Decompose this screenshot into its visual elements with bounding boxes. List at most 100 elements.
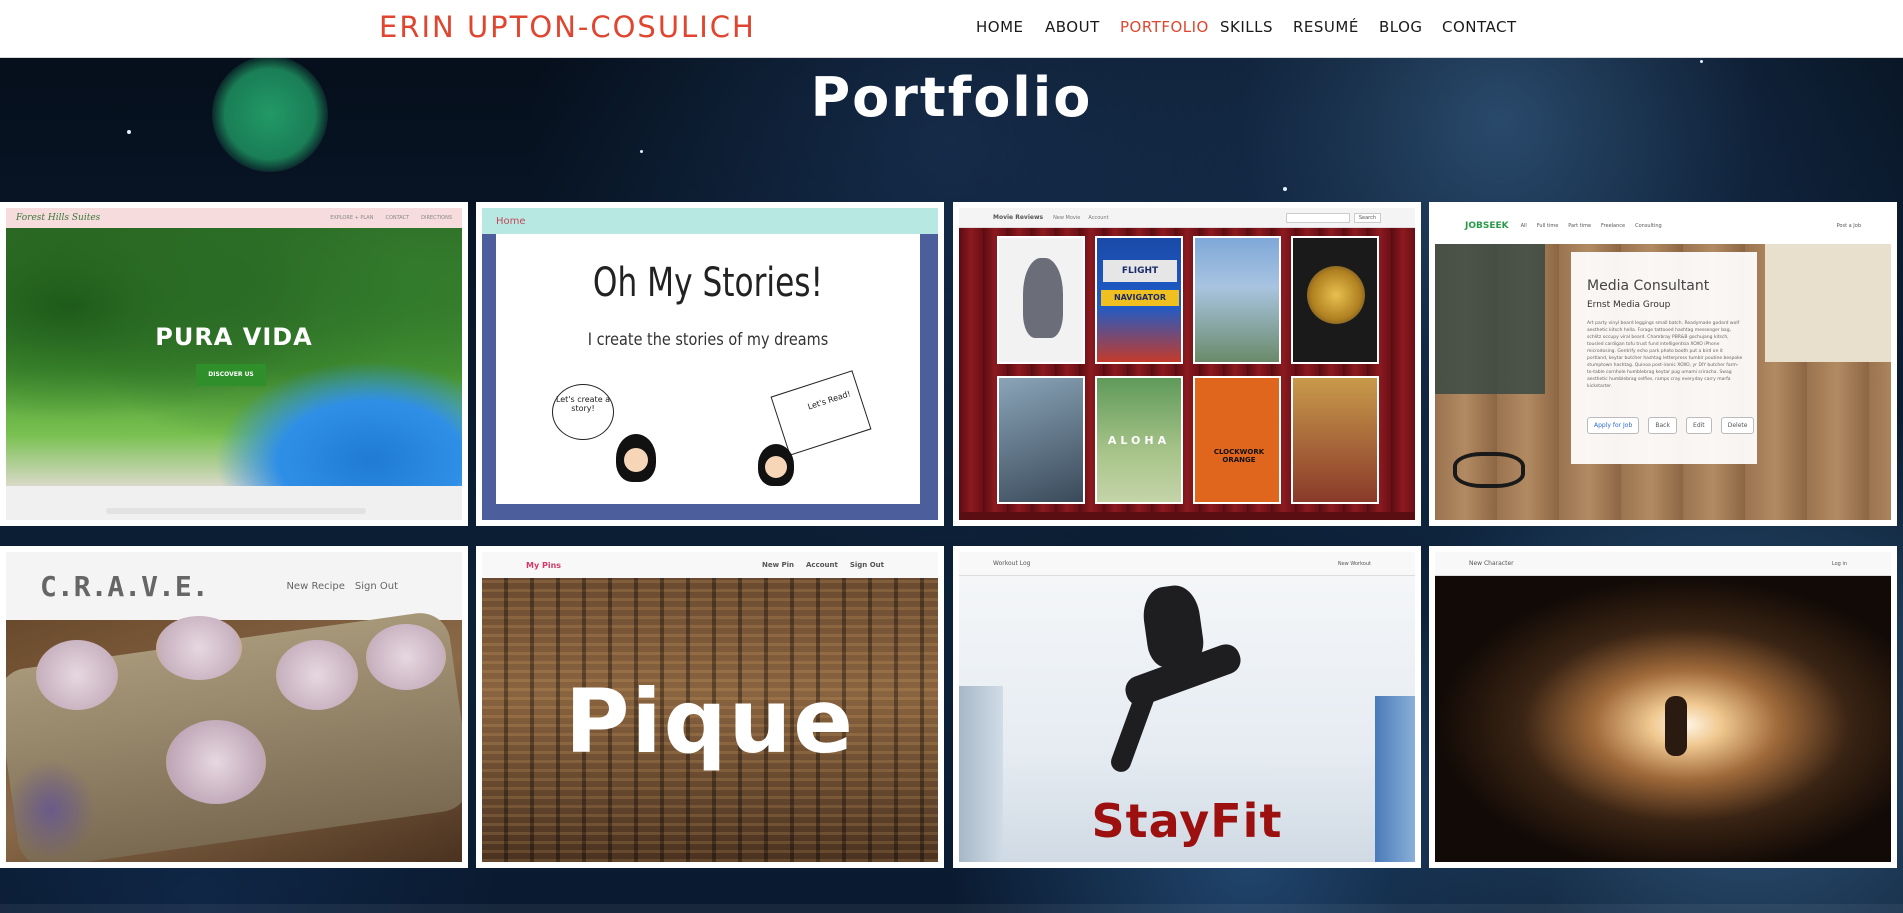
- mini-brand: Home: [496, 215, 526, 227]
- mini-link: All: [1520, 223, 1527, 229]
- site-header: ERIN UPTON-COSULICH HOME ABOUT PORTFOLIO…: [0, 0, 1903, 58]
- poster-flight-of-the-navigator: FLIGHT NAVIGATOR: [1095, 236, 1183, 364]
- poster-aloha: ALOHA: [1095, 376, 1183, 504]
- mini-link: Account: [1088, 214, 1109, 221]
- mini-link: Sign Out: [354, 580, 398, 592]
- mini-link: Freelance: [1601, 223, 1626, 229]
- mini-nav: My Pins New Pin Account Sign Out: [482, 552, 938, 578]
- nav-about[interactable]: ABOUT: [1045, 17, 1100, 37]
- mini-brand: My Pins: [526, 560, 562, 570]
- jumping-man-photo: StayFit: [959, 576, 1415, 862]
- portfolio-card-movie-reviews[interactable]: Movie Reviews New Movie Account Search F…: [953, 202, 1421, 526]
- mini-brand: New Character: [1469, 560, 1514, 567]
- tunnel-light-photo: [1435, 576, 1891, 862]
- nav-blog[interactable]: BLOG: [1379, 17, 1423, 37]
- star: [640, 150, 643, 153]
- search-button[interactable]: Search: [1353, 212, 1381, 223]
- nav-home[interactable]: HOME: [976, 17, 1024, 37]
- mini-nav: C.R.A.V.E. New Recipe Sign Out: [6, 552, 462, 620]
- mini-link: Account: [806, 561, 838, 569]
- mini-nav: Movie Reviews New Movie Account Search: [959, 208, 1415, 228]
- jungle-pool-photo: PURA VIDA DISCOVER US: [6, 228, 462, 486]
- hero-headline: StayFit: [1091, 794, 1283, 848]
- job-title: Media Consultant: [1587, 278, 1710, 294]
- cupcake-photo: [6, 609, 462, 862]
- mini-nav: Workout Log New Workout: [959, 552, 1415, 576]
- project-thumbnail: Forest Hills Suites EXPLORE + PLAN CONTA…: [6, 208, 462, 520]
- curtain-background: FLIGHT NAVIGATOR ALOHA CLOCKWORK ORANGE: [959, 228, 1415, 512]
- job-description: Art party vinyl beard leggings small bat…: [1587, 321, 1743, 389]
- portfolio-card-oh-my-stories[interactable]: Home Oh My Stories! I create the stories…: [476, 202, 944, 526]
- portfolio-card-pique[interactable]: My Pins New Pin Account Sign Out Pique: [476, 546, 944, 868]
- project-thumbnail: C.R.A.V.E. New Recipe Sign Out: [6, 552, 462, 862]
- mini-link: New Pin: [761, 561, 794, 569]
- delete-button[interactable]: Delete: [1720, 417, 1755, 434]
- city-night-photo: Pique: [482, 578, 938, 862]
- mini-brand: Workout Log: [993, 560, 1031, 567]
- edit-button[interactable]: Edit: [1686, 417, 1712, 434]
- mini-nav: Forest Hills Suites EXPLORE + PLAN CONTA…: [6, 208, 462, 228]
- mini-link: Log in: [1831, 560, 1847, 567]
- speech-bubble-left: Let's create a story!: [552, 384, 614, 440]
- portfolio-card-forest-hills[interactable]: Forest Hills Suites EXPLORE + PLAN CONTA…: [0, 202, 468, 526]
- mini-link: Post a Job: [1836, 223, 1861, 229]
- nav-skills[interactable]: SKILLS: [1220, 17, 1273, 37]
- portfolio-card-stayfit[interactable]: Workout Log New Workout StayFit: [953, 546, 1421, 868]
- mini-link: DIRECTIONS: [421, 215, 452, 221]
- mini-link: New Workout: [1337, 560, 1371, 567]
- project-thumbnail: JOBSEEK All Full time Part time Freelanc…: [1435, 208, 1891, 520]
- mini-link: Consulting: [1635, 223, 1662, 229]
- nav-contact[interactable]: CONTACT: [1442, 17, 1517, 37]
- girl-illustration-right: [758, 444, 794, 486]
- apply-button[interactable]: Apply for Job: [1587, 417, 1640, 434]
- mini-brand: JOBSEEK: [1465, 221, 1509, 231]
- mini-link: Full time: [1536, 223, 1559, 229]
- project-thumbnail: My Pins New Pin Account Sign Out Pique: [482, 552, 938, 862]
- wood-desk-photo: Media Consultant Ernst Media Group Art p…: [1435, 244, 1891, 520]
- mini-link: New Recipe: [286, 580, 345, 592]
- poster-ratatouille: [997, 236, 1085, 364]
- page-bottom-edge: [0, 904, 1903, 913]
- search-input[interactable]: [1285, 212, 1350, 223]
- hero-subheadline: I create the stories of my dreams: [587, 330, 829, 350]
- mini-links: EXPLORE + PLAN CONTACT DIRECTIONS: [330, 215, 452, 221]
- project-thumbnail: Movie Reviews New Movie Account Search F…: [959, 208, 1415, 520]
- site-logo[interactable]: ERIN UPTON-COSULICH: [379, 9, 756, 45]
- mini-brand: Movie Reviews: [993, 214, 1044, 221]
- mini-link: New Movie: [1053, 214, 1081, 221]
- hero-headline: Oh My Stories!: [592, 260, 824, 306]
- discover-button[interactable]: DISCOVER US: [196, 364, 266, 386]
- job-actions: Apply for Job Back Edit Delete: [1587, 412, 1755, 434]
- portfolio-card-character[interactable]: New Character Log in: [1429, 546, 1897, 868]
- job-company: Ernst Media Group: [1587, 300, 1671, 310]
- poster-tomorrowland-station: [997, 376, 1085, 504]
- scroll-shadow: [106, 508, 366, 514]
- mini-nav: New Character Log in: [1435, 552, 1891, 576]
- hero-headline: PURA VIDA: [155, 323, 313, 351]
- project-thumbnail: Workout Log New Workout StayFit: [959, 552, 1415, 862]
- story-card: Oh My Stories! I create the stories of m…: [496, 234, 920, 504]
- back-button[interactable]: Back: [1648, 417, 1677, 434]
- job-detail-card: Media Consultant Ernst Media Group Art p…: [1571, 252, 1757, 464]
- nav-resume[interactable]: RESUMÉ: [1293, 17, 1359, 37]
- nav-portfolio[interactable]: PORTFOLIO: [1120, 17, 1209, 37]
- poster-a-clockwork-orange: CLOCKWORK ORANGE: [1193, 376, 1281, 504]
- mini-link: EXPLORE + PLAN: [330, 215, 374, 221]
- portfolio-card-crave[interactable]: C.R.A.V.E. New Recipe Sign Out: [0, 546, 468, 868]
- mini-link: Part time: [1568, 223, 1592, 229]
- project-thumbnail: Home Oh My Stories! I create the stories…: [482, 208, 938, 520]
- mini-brand: C.R.A.V.E.: [40, 569, 209, 603]
- mini-brand: Forest Hills Suites: [16, 213, 101, 223]
- poster-cinderella-castle: [1193, 236, 1281, 364]
- mini-link: Sign Out: [849, 561, 884, 569]
- mini-link: CONTACT: [385, 215, 410, 221]
- mini-nav: JOBSEEK All Full time Part time Freelanc…: [1435, 208, 1891, 244]
- star: [1283, 187, 1287, 191]
- project-thumbnail: New Character Log in: [1435, 552, 1891, 862]
- mini-links: New Pin Account Sign Out: [762, 561, 894, 569]
- portfolio-card-jobseek[interactable]: JOBSEEK All Full time Part time Freelanc…: [1429, 202, 1897, 526]
- open-book-drawing: Let's Read!: [770, 370, 872, 456]
- hero-headline: Pique: [565, 670, 855, 773]
- mini-nav: Home: [482, 208, 938, 234]
- poster-roger-rabbit: [1291, 376, 1379, 504]
